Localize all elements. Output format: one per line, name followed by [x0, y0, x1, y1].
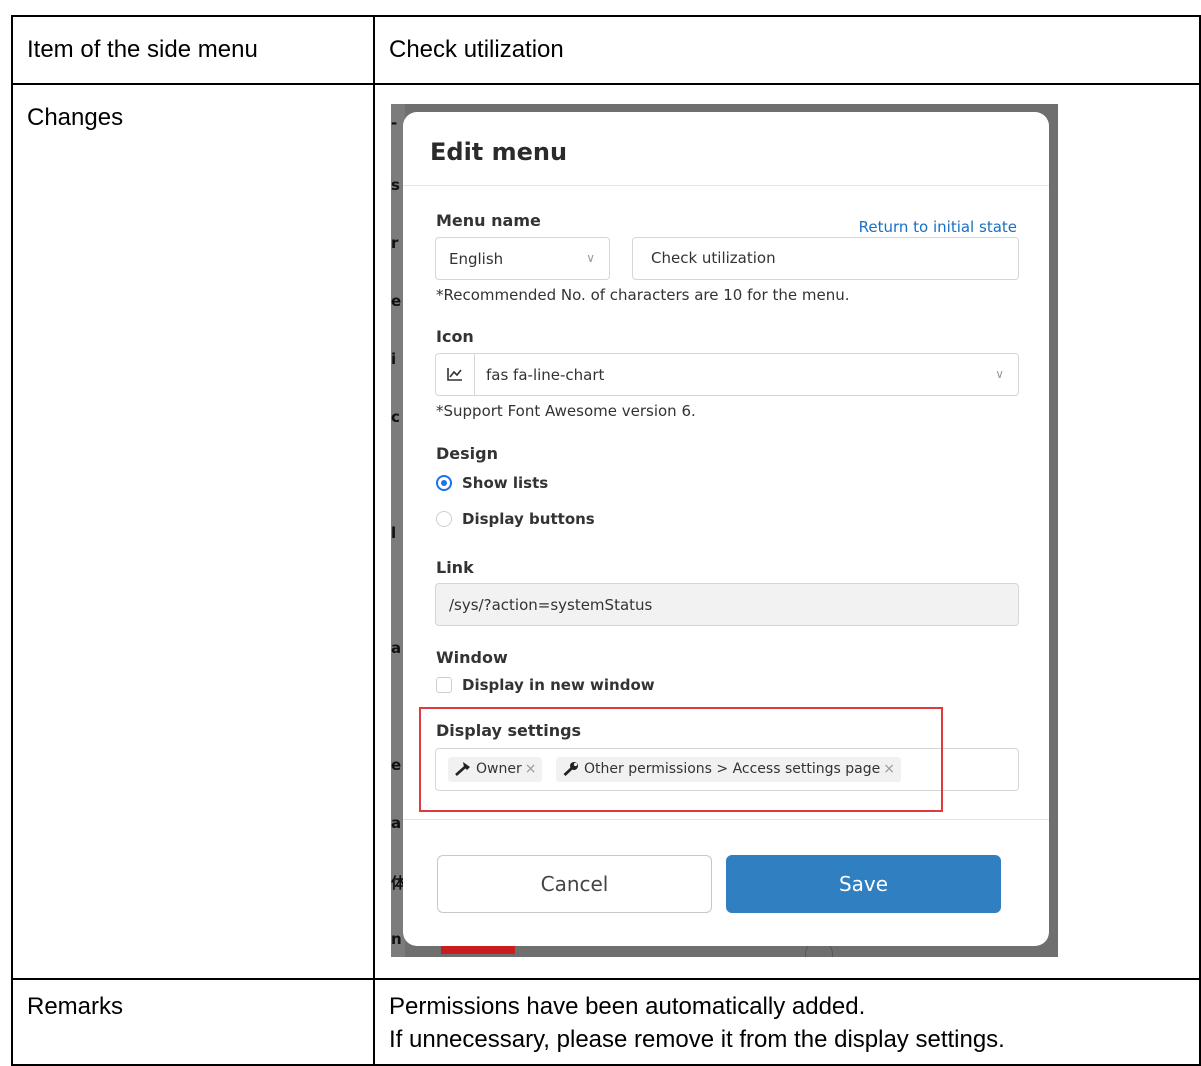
return-to-initial-state-link[interactable]: Return to initial state [859, 218, 1017, 236]
window-label: Window [436, 648, 508, 667]
line-chart-icon [447, 368, 462, 381]
new-window-checkbox[interactable] [436, 677, 452, 693]
remarks-text: Permissions have been automatically adde… [375, 980, 1199, 1056]
row-label-cell: Changes [11, 83, 375, 980]
background-glyph: a [391, 814, 402, 832]
background-glyph: i [391, 350, 397, 368]
icon-select[interactable]: fas fa-line-chart ∨ [435, 353, 1019, 396]
link-label: Link [436, 558, 474, 577]
background-glyph: r [391, 234, 399, 252]
remarks-label: Remarks [27, 993, 124, 1020]
background-glyph: e [391, 292, 402, 310]
chevron-down-icon: ∨ [995, 367, 1004, 381]
display-settings-highlight [419, 707, 943, 812]
edit-menu-dialog: Edit menu Menu name Return to initial st… [403, 112, 1049, 946]
background-glyph: l [391, 524, 397, 542]
menu-name-input[interactable]: Check utilization [632, 237, 1019, 280]
icon-label: Icon [436, 327, 474, 346]
remarks-line-1: Permissions have been automatically adde… [389, 993, 866, 1020]
edit-menu-screenshot: - s r e i c l a e a 体 n Edit menu Menu n… [391, 104, 1058, 957]
new-window-label[interactable]: Display in new window [462, 676, 655, 694]
cancel-button[interactable]: Cancel [437, 855, 712, 913]
row-label-cell: Remarks [11, 978, 375, 1066]
background-glyph: 体 [391, 874, 407, 892]
background-glyph: c [391, 408, 400, 426]
icon-hint: *Support Font Awesome version 6. [436, 402, 696, 420]
chevron-down-icon: ∨ [586, 251, 595, 265]
remarks-line-2: If unnecessary, please remove it from th… [389, 1026, 1005, 1053]
background-glyph: e [391, 756, 402, 774]
background-glyph: n [391, 930, 402, 948]
icon-preview [436, 354, 475, 395]
link-value: /sys/?action=systemStatus [449, 596, 653, 614]
background-glyph: s [391, 176, 400, 194]
dialog-title: Edit menu [430, 138, 568, 166]
link-input[interactable]: /sys/?action=systemStatus [435, 583, 1019, 626]
icon-select-value: fas fa-line-chart [486, 366, 605, 384]
row-label-cell: Item of the side menu [11, 15, 375, 85]
design-label: Design [436, 444, 498, 463]
radio-display-buttons[interactable] [436, 511, 452, 527]
menu-name-label: Menu name [436, 211, 541, 230]
language-select[interactable]: English ∨ [435, 237, 610, 280]
remarks-cell: Permissions have been automatically adde… [373, 978, 1201, 1066]
background-glyph: - [391, 114, 398, 132]
divider [403, 819, 1049, 820]
language-select-value: English [449, 250, 504, 268]
save-button[interactable]: Save [726, 855, 1001, 913]
row-value-cell: Check utilization [373, 15, 1201, 85]
side-menu-item-label: Item of the side menu [27, 36, 258, 63]
divider [403, 185, 1049, 186]
side-menu-item-value: Check utilization [389, 36, 564, 63]
display-buttons-label[interactable]: Display buttons [462, 510, 595, 528]
changes-label: Changes [27, 104, 124, 131]
menu-name-hint: *Recommended No. of characters are 10 fo… [436, 286, 850, 304]
show-lists-label[interactable]: Show lists [462, 474, 548, 492]
background-glyph: a [391, 639, 402, 657]
radio-show-lists[interactable] [436, 475, 452, 491]
menu-name-value: Check utilization [651, 249, 776, 267]
